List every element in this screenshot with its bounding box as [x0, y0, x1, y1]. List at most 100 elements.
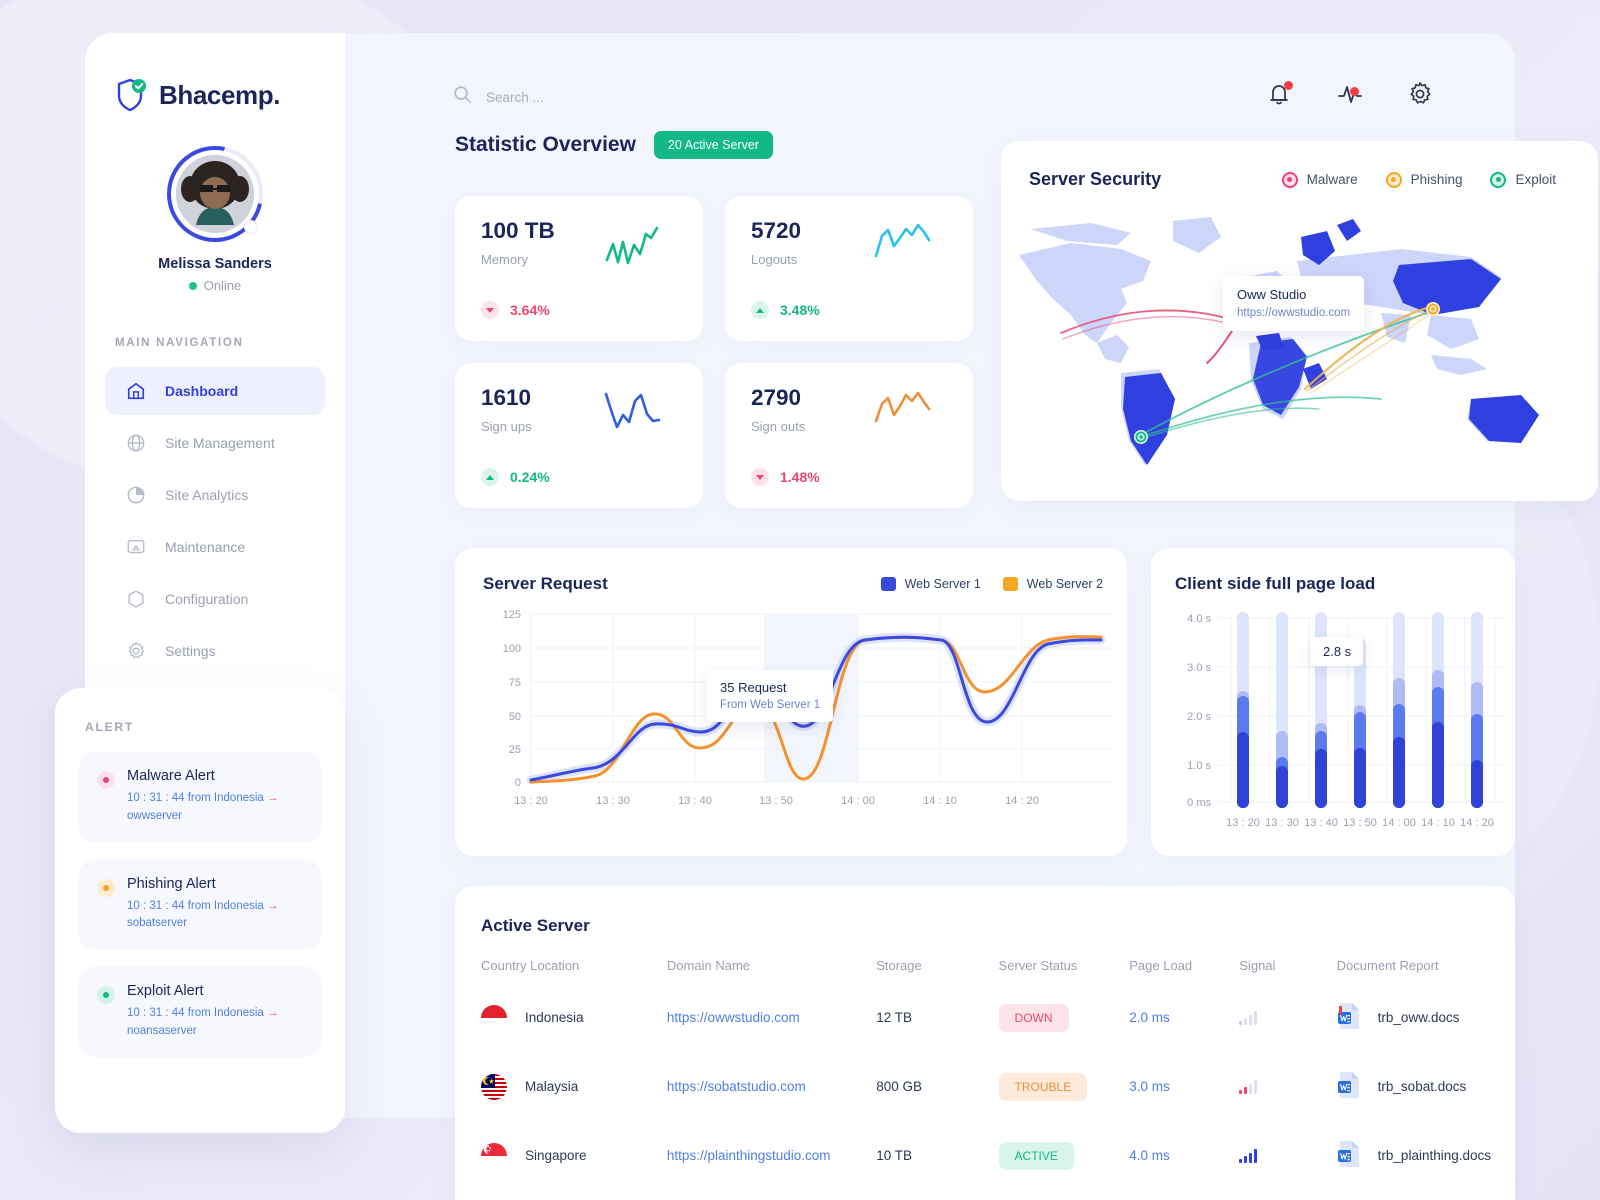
- legend-swatch: [1002, 577, 1018, 591]
- alert-server: owwserver: [127, 809, 182, 822]
- search-icon: [453, 85, 472, 109]
- page-load-title: Client side full page load: [1175, 574, 1376, 593]
- world-map[interactable]: [1001, 203, 1598, 501]
- monitor-icon: [125, 536, 147, 558]
- document-name[interactable]: trb_oww.docs: [1378, 1010, 1460, 1025]
- sidebar-item-dashboard[interactable]: Dashboard: [105, 367, 325, 415]
- status-badge: TROUBLE: [998, 1072, 1088, 1101]
- stat-label: Sign outs: [751, 419, 806, 434]
- status-badge: DOWN: [998, 1003, 1069, 1032]
- sparkline-logouts: [874, 223, 931, 258]
- sidebar-item-maintenance[interactable]: Maintenance: [105, 523, 325, 571]
- svg-text:14 : 00: 14 : 00: [1382, 817, 1416, 829]
- column-server-status: Server Status: [998, 958, 1078, 973]
- search-input[interactable]: [486, 89, 746, 105]
- column-storage: Storage: [876, 958, 922, 973]
- exploit-ring-icon: [1490, 171, 1507, 188]
- app-shell: Bhacemp. Melissa Sanders Online MAIN NAV…: [55, 33, 1598, 1200]
- column-document-report: Document Report: [1336, 958, 1439, 973]
- arrow-right-icon: →: [267, 899, 279, 912]
- alert-panel: ALERT Malware Alert 10 : 31 : 44 from In…: [55, 688, 345, 1133]
- alert-item-malware[interactable]: Malware Alert 10 : 31 : 44 from Indonesi…: [79, 752, 321, 842]
- svg-text:13 : 50: 13 : 50: [1343, 817, 1377, 829]
- domain-link[interactable]: https://owwstudio.com: [667, 983, 876, 1052]
- main-content: Statistic Overview 20 Active Server 100 …: [343, 131, 1598, 1200]
- alert-meta: 10 : 31 : 44 from Indonesia → noansaserv…: [127, 1005, 279, 1041]
- document-name[interactable]: trb_sobat.docs: [1378, 1079, 1467, 1094]
- alert-item-exploit[interactable]: Exploit Alert 10 : 31 : 44 from Indonesi…: [79, 967, 321, 1057]
- svg-text:14 : 10: 14 : 10: [923, 795, 957, 807]
- storage-value: 10 TB: [876, 1148, 912, 1163]
- legend-exploit[interactable]: Exploit: [1490, 171, 1556, 188]
- svg-text:13 : 40: 13 : 40: [1304, 817, 1338, 829]
- avatar[interactable]: [148, 127, 282, 261]
- stat-card-logouts[interactable]: 5720 Logouts 3.48%: [725, 196, 973, 341]
- sparkline-signups: [604, 392, 661, 429]
- table-row[interactable]: Indonesia https://owwstudio.com 12 TB DO…: [481, 983, 1491, 1052]
- svg-text:14 : 10: 14 : 10: [1421, 817, 1455, 829]
- trend-down-icon: [751, 468, 769, 486]
- sparkline-signouts: [874, 391, 931, 423]
- svg-text:50: 50: [509, 711, 521, 723]
- topbar-actions: [1267, 81, 1433, 109]
- country-name: Singapore: [525, 1148, 587, 1163]
- alert-title: Malware Alert: [127, 768, 215, 784]
- profile-name: Melissa Sanders: [158, 256, 272, 272]
- stat-delta: 3.64%: [481, 301, 550, 319]
- activity-pulse-icon[interactable]: [1337, 81, 1363, 109]
- table-row[interactable]: Malaysia https://sobatstudio.com 800 GB …: [481, 1052, 1491, 1121]
- legend-web-server-2[interactable]: Web Server 2: [1002, 577, 1103, 591]
- legend-malware[interactable]: Malware: [1281, 171, 1358, 188]
- word-document-icon: [1337, 1139, 1362, 1172]
- sidebar-item-site-analytics[interactable]: Site Analytics: [105, 471, 325, 519]
- domain-link[interactable]: https://plainthingstudio.com: [667, 1121, 876, 1190]
- stat-card-memory[interactable]: 100 TB Memory 3.64%: [455, 196, 703, 341]
- table-row[interactable]: Singapore https://plainthingstudio.com 1…: [481, 1121, 1491, 1190]
- legend-web-server-1[interactable]: Web Server 1: [880, 577, 981, 591]
- notification-bell-icon[interactable]: [1267, 81, 1293, 109]
- stat-value: 1610: [481, 385, 532, 410]
- stat-delta-value: 1.48%: [780, 469, 820, 485]
- server-request-card: Server Request Web Server 1 Web Server 2: [455, 548, 1127, 856]
- alert-title: Exploit Alert: [127, 983, 204, 1000]
- page-load-value: 3.0 ms: [1129, 1079, 1170, 1094]
- trend-up-icon: [481, 468, 499, 486]
- alert-title: Phishing Alert: [127, 875, 216, 892]
- search-bar[interactable]: [453, 85, 746, 109]
- stat-delta: 0.24%: [481, 468, 550, 486]
- online-status-dot: [188, 281, 197, 290]
- brand-logo[interactable]: Bhacemp.: [85, 33, 345, 112]
- tooltip-source: From Web Server 1: [720, 699, 821, 711]
- legend-label: Web Server 2: [1026, 577, 1103, 591]
- stat-card-signouts[interactable]: 2790 Sign outs 1.48%: [725, 363, 973, 508]
- legend-phishing[interactable]: Phishing: [1385, 171, 1462, 188]
- svg-text:13 : 30: 13 : 30: [596, 795, 630, 807]
- active-server-badge: 20 Active Server: [653, 131, 773, 159]
- sidebar-item-settings[interactable]: Settings: [105, 627, 325, 675]
- sidebar-item-configuration[interactable]: Configuration: [105, 575, 325, 623]
- sidebar-item-site-management[interactable]: Site Management: [105, 419, 325, 467]
- notification-badge: [1284, 81, 1293, 90]
- stat-card-signups[interactable]: 1610 Sign ups 0.24%: [455, 363, 703, 508]
- sidebar-item-label: Site Management: [165, 435, 275, 451]
- settings-gear-icon[interactable]: [1407, 81, 1433, 109]
- malware-ring-icon: [1281, 171, 1298, 188]
- server-security-title: Server Security: [1029, 169, 1162, 189]
- map-node-exploit: [1134, 430, 1148, 444]
- svg-text:13 : 40: 13 : 40: [678, 795, 712, 807]
- storage-value: 800 GB: [876, 1079, 922, 1094]
- signal-strength-icon: [1239, 1079, 1336, 1094]
- alert-item-phishing[interactable]: Phishing Alert 10 : 31 : 44 from Indones…: [79, 859, 321, 950]
- document-name[interactable]: trb_plainthing.docs: [1378, 1148, 1491, 1163]
- country-name: Indonesia: [525, 1010, 584, 1025]
- domain-link[interactable]: https://sobatstudio.com: [667, 1052, 876, 1121]
- svg-text:75: 75: [509, 677, 521, 689]
- arrow-right-icon: →: [267, 1007, 279, 1020]
- alert-server: sobatserver: [127, 917, 188, 930]
- shield-check-icon: [115, 78, 147, 112]
- legend-swatch: [880, 577, 896, 591]
- sidebar-item-label: Settings: [165, 643, 216, 659]
- svg-text:14 : 20: 14 : 20: [1460, 817, 1494, 829]
- active-server-title: Active Server: [481, 916, 590, 935]
- alert-time: 10 : 31 : 44 from Indonesia: [127, 899, 264, 912]
